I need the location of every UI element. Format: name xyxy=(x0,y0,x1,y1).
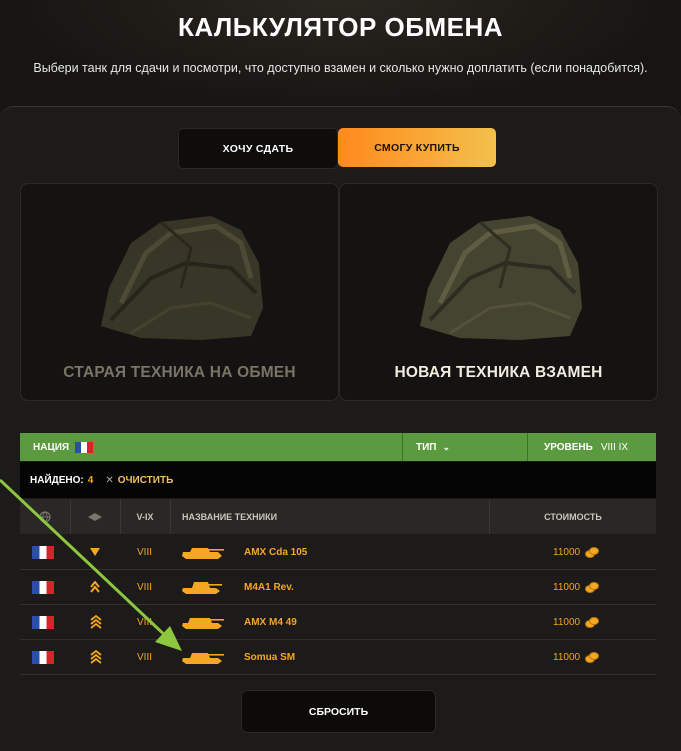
coin-icon xyxy=(585,652,600,663)
tier-value: VIII xyxy=(137,651,153,663)
france-flag-icon xyxy=(32,615,54,629)
table-row[interactable]: VIII AMX Cda 105 11000 xyxy=(20,535,656,570)
tank-name: AMX Cda 105 xyxy=(244,546,308,558)
clear-filters-button[interactable]: ✕ ОЧИСТИТЬ xyxy=(105,475,173,486)
france-flag-icon xyxy=(32,580,54,594)
tier-column-header[interactable]: V-IX xyxy=(120,499,171,534)
close-icon: ✕ xyxy=(105,474,114,486)
france-flag-icon xyxy=(32,650,54,664)
tab-want-to-sell[interactable]: ХОЧУ СДАТЬ xyxy=(178,128,338,169)
page-title: КАЛЬКУЛЯТОР ОБМЕНА xyxy=(177,12,503,42)
globe-icon xyxy=(39,510,51,523)
medium-tank-icon xyxy=(90,581,100,593)
cost-column-header[interactable]: СТОИМОСТЬ xyxy=(490,499,656,534)
cost-value: 11000 xyxy=(553,651,581,663)
covered-tank-image xyxy=(420,216,582,340)
coin-icon xyxy=(585,547,600,558)
table-row[interactable]: VIII AMX M4 49 11000 xyxy=(20,605,656,640)
coin-icon xyxy=(585,582,600,593)
name-column-header[interactable]: НАЗВАНИЕ ТЕХНИКИ xyxy=(170,499,490,534)
tank-name: M4A1 Rev. xyxy=(244,581,294,593)
table-row[interactable]: VIII M4A1 Rev. 11000 xyxy=(20,570,656,605)
filter-bar: НАЦИЯ ТИП ⌄ УРОВЕНЬ VIII IX xyxy=(20,433,656,461)
nation-filter-label: НАЦИЯ xyxy=(33,441,70,453)
tank-silhouette-icon xyxy=(182,653,224,664)
tank-name: Somua SM xyxy=(244,651,296,663)
level-filter-label: УРОВЕНЬ xyxy=(544,441,593,453)
old-vehicle-label: СТАРАЯ ТЕХНИКА НА ОБМЕН xyxy=(63,364,296,381)
found-label: НАЙДЕНО: xyxy=(30,474,84,486)
tank-destroyer-icon xyxy=(90,548,100,556)
new-vehicle-card[interactable]: НОВАЯ ТЕХНИКА ВЗАМЕН xyxy=(339,183,658,401)
heavy-tank-icon xyxy=(90,615,102,629)
mode-tabs: ХОЧУ СДАТЬ СМОГУ КУПИТЬ xyxy=(178,128,498,169)
coin-icon xyxy=(585,617,600,628)
vehicle-type-icon xyxy=(88,512,102,521)
new-vehicle-label: НОВАЯ ТЕХНИКА ВЗАМЕН xyxy=(394,364,603,381)
france-flag-icon xyxy=(32,545,54,559)
level-filter[interactable]: УРОВЕНЬ VIII IX xyxy=(527,433,673,461)
type-filter-label: ТИП xyxy=(416,441,437,453)
tier-value: VIII xyxy=(137,546,153,558)
tank-silhouette-icon xyxy=(182,582,222,594)
tier-value: VIII xyxy=(137,616,153,628)
clear-filters-label: ОЧИСТИТЬ xyxy=(117,474,174,486)
tab-can-buy[interactable]: СМОГУ КУПИТЬ xyxy=(338,128,496,167)
tank-silhouette-icon xyxy=(182,548,224,559)
tank-name: AMX M4 49 xyxy=(244,616,297,628)
cost-value: 11000 xyxy=(553,581,581,593)
table-row[interactable]: VIII Somua SM 11000 xyxy=(20,640,656,675)
nation-filter[interactable]: НАЦИЯ xyxy=(33,441,94,453)
chevron-down-icon: ⌄ xyxy=(442,441,451,452)
cost-value: 11000 xyxy=(553,616,581,628)
table-header: V-IX НАЗВАНИЕ ТЕХНИКИ СТОИМОСТЬ xyxy=(20,499,656,534)
covered-tank-image xyxy=(101,216,263,340)
reset-button[interactable]: СБРОСИТЬ xyxy=(241,690,436,733)
tank-silhouette-icon xyxy=(182,618,224,629)
type-filter[interactable]: ТИП ⌄ xyxy=(402,433,541,461)
nation-column-header[interactable] xyxy=(20,499,71,534)
level-filter-value: VIII IX xyxy=(600,441,629,453)
heavy-tank-icon xyxy=(90,650,102,664)
type-column-header[interactable] xyxy=(70,499,121,534)
france-flag-icon xyxy=(75,441,94,453)
cost-value: 11000 xyxy=(553,546,581,558)
page-subtitle: Выбери танк для сдачи и посмотри, что до… xyxy=(33,61,648,75)
old-vehicle-card[interactable]: СТАРАЯ ТЕХНИКА НА ОБМЕН xyxy=(20,183,339,401)
tier-value: VIII xyxy=(137,581,153,593)
found-count: 4 xyxy=(87,474,94,486)
results-bar: НАЙДЕНО: 4 ✕ ОЧИСТИТЬ xyxy=(20,462,656,498)
